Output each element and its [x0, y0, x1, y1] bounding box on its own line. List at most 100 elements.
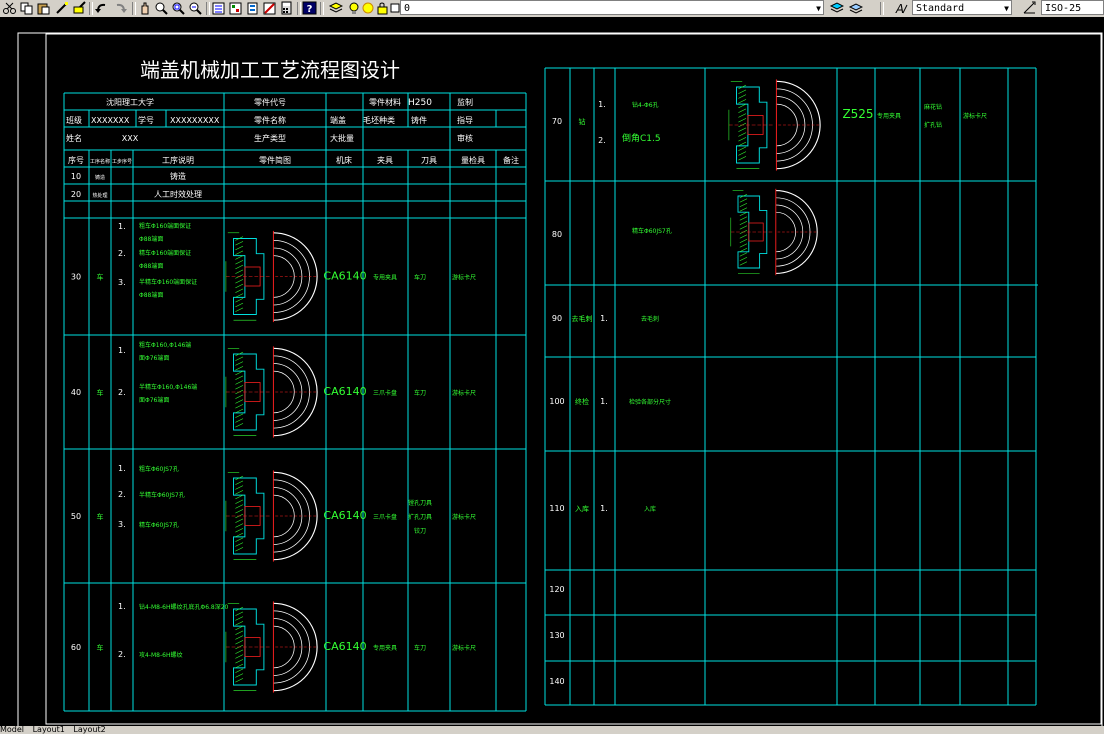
- match-properties-icon[interactable]: [55, 1, 70, 15]
- table-cell-text: 指导: [457, 115, 473, 125]
- table-cell-text: Φ88端面: [139, 262, 163, 270]
- table-cell-text: 游标卡尺: [452, 389, 476, 397]
- calculator-icon[interactable]: [279, 1, 294, 15]
- section-hatch: [235, 269, 244, 274]
- table-cell-text: 1.: [118, 346, 126, 355]
- copy-icon[interactable]: [19, 1, 34, 15]
- zoom-window-icon[interactable]: [171, 1, 186, 15]
- layer-dropdown[interactable]: 0 ▼: [400, 0, 824, 15]
- layer-on-icon[interactable]: [347, 1, 362, 15]
- markup-icon[interactable]: [262, 1, 277, 15]
- tool-palette-icon[interactable]: [245, 1, 260, 15]
- table-cell-text: 机床: [336, 155, 352, 165]
- table-cell-text: 工序说明: [162, 155, 194, 165]
- section-hatch: [739, 238, 748, 244]
- section-hatch: [739, 234, 748, 239]
- section-hatch: [739, 243, 748, 248]
- table-cell-text: 面Φ76端面: [139, 396, 169, 404]
- toolbar-separator: [880, 2, 884, 15]
- layer-freeze-icon[interactable]: [361, 1, 376, 15]
- table-cell-text: 车刀: [414, 389, 426, 397]
- table-cell-text: 铸件: [411, 115, 427, 125]
- table-cell-text: 零件代号: [254, 97, 286, 107]
- table-cell-text: 游标卡尺: [963, 112, 987, 120]
- table-cell-text: 半精车Φ60JS7孔: [139, 491, 185, 499]
- table-cell-text: 检验各部分尺寸: [629, 398, 671, 406]
- table-cell-text: 车刀: [414, 644, 426, 652]
- table-cell-text: 镗孔刀具: [408, 499, 432, 507]
- text-style-dropdown[interactable]: Standard ▼: [912, 0, 1012, 15]
- section-hatch: [235, 640, 244, 645]
- section-hatch: [235, 404, 244, 409]
- dimension-style-icon[interactable]: [1022, 1, 1037, 15]
- make-layer-current-icon[interactable]: [829, 1, 844, 15]
- undo-icon[interactable]: [94, 1, 109, 15]
- table-cell-text: 1.: [600, 314, 608, 323]
- section-hatch: [235, 394, 244, 399]
- table-cell-text: 备注: [503, 155, 519, 165]
- section-hatch: [235, 532, 244, 538]
- part-sketch: [225, 470, 318, 562]
- section-hatch: [235, 279, 244, 284]
- table-cell-text: 2.: [118, 650, 126, 659]
- table-cell-text: 铰刀: [414, 527, 426, 535]
- dimension-style-dropdown[interactable]: ISO-25: [1041, 0, 1104, 15]
- zoom-realtime-icon[interactable]: [154, 1, 169, 15]
- table-cell-text: 30: [71, 273, 81, 282]
- section-hatch: [739, 256, 748, 262]
- redo-icon[interactable]: [113, 1, 128, 15]
- design-center-icon[interactable]: [228, 1, 243, 15]
- zoom-previous-icon[interactable]: [188, 1, 203, 15]
- machine-label: CA6140: [323, 640, 366, 653]
- help-icon[interactable]: ?: [302, 1, 317, 15]
- layer-previous-icon[interactable]: [848, 1, 863, 15]
- table-cell-text: 扩孔钻: [924, 121, 942, 129]
- table-cell-text: 去毛刺: [641, 315, 659, 323]
- section-hatch: [738, 113, 747, 118]
- brush-icon[interactable]: [72, 1, 87, 15]
- section-hatch: [235, 621, 244, 626]
- properties-icon[interactable]: [211, 1, 226, 15]
- table-cell-text: 量检具: [461, 155, 485, 165]
- section-hatch: [235, 370, 244, 376]
- cut-icon[interactable]: [2, 1, 17, 15]
- table-cell-text: 专用夹具: [877, 112, 901, 120]
- section-hatch: [235, 654, 244, 659]
- section-hatch: [235, 630, 244, 635]
- toolbar-separator: [297, 2, 301, 15]
- table-cell-text: 刀具: [421, 156, 437, 165]
- table-cell-text: 20: [71, 190, 81, 199]
- section-hatch: [739, 198, 748, 203]
- text-style-icon[interactable]: A: [893, 1, 908, 15]
- table-cell-text: 入库: [644, 505, 656, 513]
- table-cell-text: Φ88端面: [139, 291, 163, 299]
- section-hatch: [738, 118, 747, 123]
- table-cell-text: 130: [549, 631, 564, 640]
- table-cell-text: 1.: [118, 222, 126, 231]
- machine-label: Z525: [842, 107, 873, 121]
- table-cell-text: 钻4-Φ6孔: [632, 101, 659, 109]
- tab-layout2[interactable]: Layout2: [73, 725, 105, 734]
- layer-manager-icon[interactable]: [328, 1, 343, 15]
- drawing-canvas[interactable]: 端盖机械加工工艺流程图设计 沈阳理工大学 零件代号 零件材料 H250 监制 班级 XXXX…: [0, 17, 1104, 730]
- tab-layout1[interactable]: Layout1: [33, 725, 65, 734]
- paste-icon[interactable]: [36, 1, 51, 15]
- text-style-value: Standard: [916, 3, 965, 14]
- dimension-style-value: ISO-25: [1045, 3, 1082, 14]
- section-hatch: [235, 678, 244, 683]
- section-hatch: [739, 207, 748, 212]
- part-sketch: [728, 79, 821, 171]
- table-cell-text: 三爪卡盘: [373, 513, 397, 521]
- pan-icon[interactable]: [137, 1, 152, 15]
- section-hatch: [235, 385, 244, 390]
- table-cell-text: 专用夹具: [373, 644, 397, 652]
- section-hatch: [235, 399, 244, 404]
- section-hatch: [738, 99, 747, 104]
- drawing-frame: [45, 33, 1102, 725]
- section-hatch: [739, 225, 748, 230]
- table-cell-text: XXX: [122, 134, 139, 143]
- table-cell-text: 攻4-M8-6H螺纹: [139, 651, 182, 659]
- tab-model[interactable]: Model: [0, 725, 24, 734]
- table-cell-text: 零件材料: [369, 97, 401, 107]
- section-hatch: [235, 307, 244, 312]
